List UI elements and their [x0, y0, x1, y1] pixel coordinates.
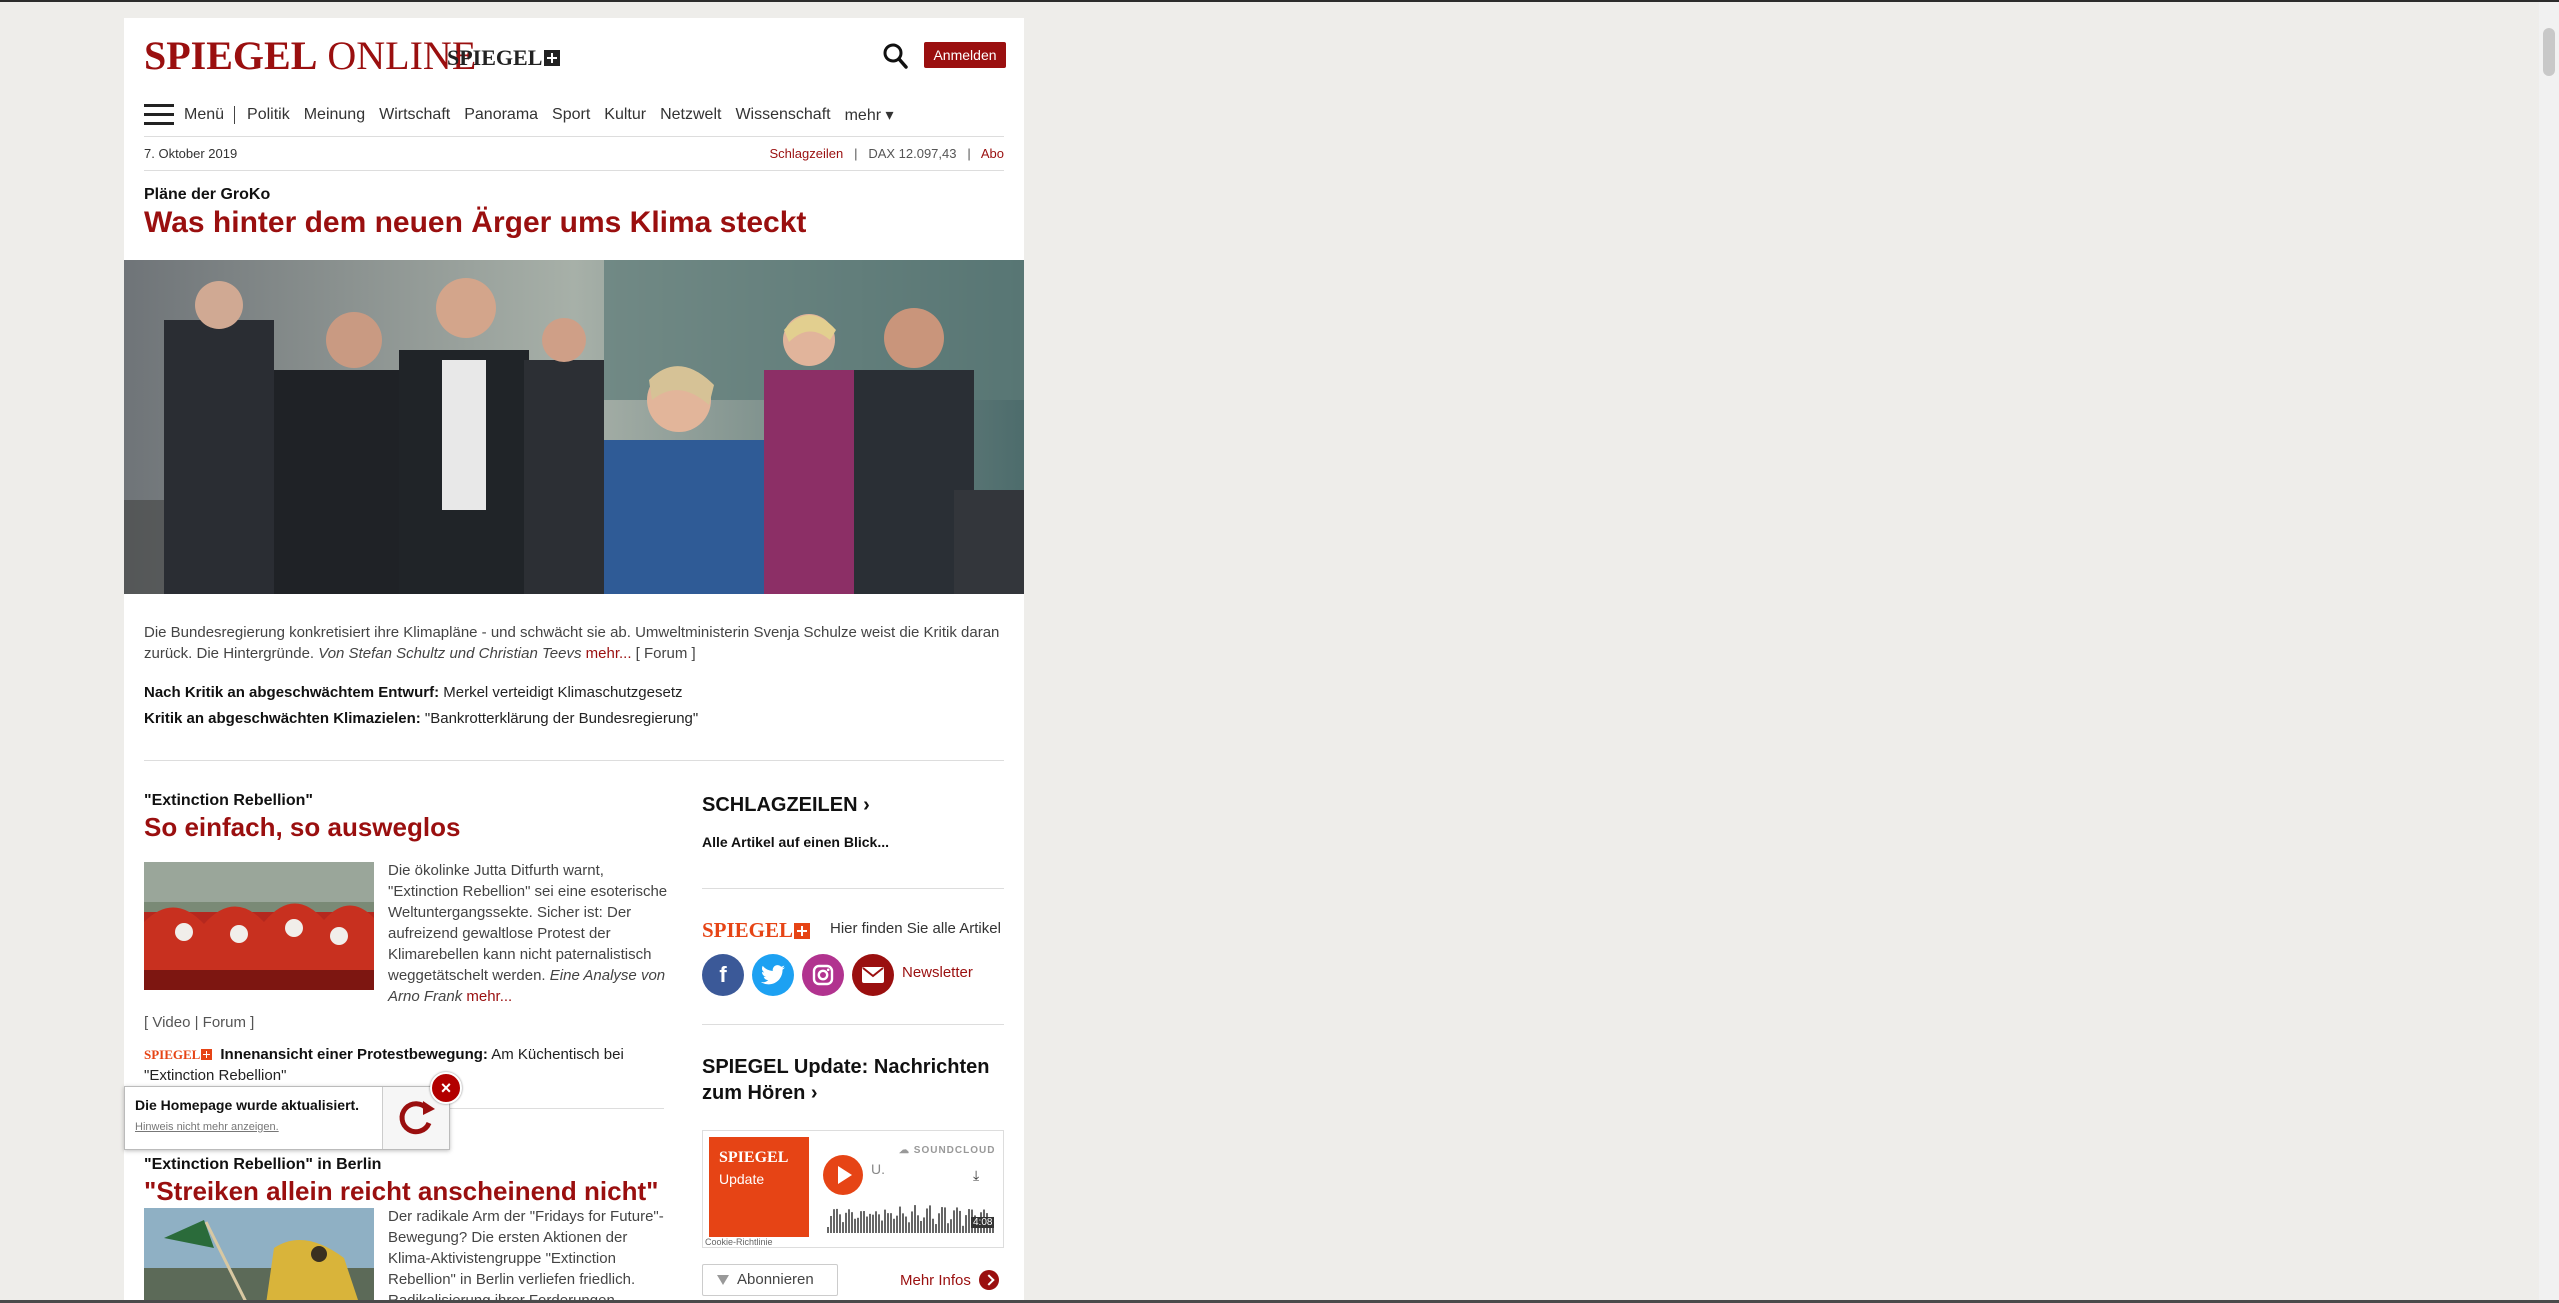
- spiegel-update-title[interactable]: SPIEGEL Update: Nachrichten zum Hören ›: [702, 1054, 1002, 1106]
- article-headline[interactable]: "Streiken allein reicht anscheinend nich…: [144, 1176, 658, 1207]
- all-articles-link[interactable]: Alle Artikel auf einen Blick...: [702, 834, 889, 850]
- ticker-bar: Schlagzeilen | DAX 12.097,43 | Abo: [769, 146, 1004, 161]
- divider: [144, 760, 1004, 761]
- nav-item-politik[interactable]: Politik: [247, 106, 290, 124]
- download-icon[interactable]: ⤓: [973, 1167, 989, 1183]
- chevron-right-icon: ›: [863, 794, 870, 816]
- nav-item-netzwelt[interactable]: Netzwelt: [660, 106, 721, 124]
- lead-photo[interactable]: [124, 260, 1024, 594]
- update-notification: Die Homepage wurde aktualisiert. Hinweis…: [124, 1086, 450, 1150]
- menu-link[interactable]: Menü: [184, 106, 236, 124]
- nav-item-kultur[interactable]: Kultur: [604, 106, 646, 124]
- social-links: f: [702, 954, 902, 996]
- notification-message: Die Homepage wurde aktualisiert.: [135, 1097, 360, 1113]
- spiegel-plus-logo[interactable]: SPIEGEL: [702, 918, 811, 943]
- search-icon[interactable]: [882, 42, 908, 70]
- soundcloud-logo[interactable]: ☁ SOUNDCLOUD: [899, 1145, 995, 1156]
- related-link[interactable]: Nach Kritik an abgeschwächtem Entwurf: M…: [144, 684, 683, 701]
- spiegel-plus-logo[interactable]: SPIEGEL: [447, 45, 561, 71]
- nav-item-wirtschaft[interactable]: Wirtschaft: [379, 106, 450, 124]
- spiegel-plus-link[interactable]: Hier finden Sie alle Artikel: [830, 920, 1001, 937]
- scrollbar-thumb[interactable]: [2543, 28, 2555, 76]
- podcast-artwork[interactable]: SPIEGEL Update: [709, 1137, 809, 1237]
- related-plus-link[interactable]: SPIEGEL Innenansicht einer Protestbewegun…: [144, 1044, 644, 1086]
- divider: [144, 136, 1004, 137]
- scrollbar[interactable]: [2539, 2, 2559, 1300]
- spiegel-online-logo[interactable]: SPIEGEL ONLINE: [144, 34, 476, 78]
- article-teaser: Der radikale Arm der "Fridays for Future…: [388, 1208, 664, 1303]
- divider: [702, 888, 1004, 889]
- newsletter-link[interactable]: Newsletter: [902, 964, 973, 981]
- plus-icon: [544, 50, 561, 66]
- lead-headline[interactable]: Was hinter dem neuen Ärger ums Klima ste…: [144, 206, 806, 240]
- dax-value[interactable]: DAX 12.097,43: [868, 146, 956, 161]
- lead-teaser: Die Bundesregierung konkretisiert ihre K…: [144, 624, 1000, 662]
- article-photo[interactable]: [144, 1208, 374, 1303]
- cookie-policy-link[interactable]: Cookie-Richtlinie: [705, 1237, 773, 1247]
- nav-item-wissenschaft[interactable]: Wissenschaft: [735, 106, 830, 124]
- nav-item-sport[interactable]: Sport: [552, 106, 590, 124]
- spiegel-plus-badge: SPIEGEL: [144, 1044, 213, 1065]
- instagram-icon[interactable]: [802, 954, 844, 996]
- subscribe-button[interactable]: Abonnieren: [702, 1264, 838, 1296]
- track-title[interactable]: U.: [871, 1161, 885, 1177]
- current-date: 7. Oktober 2019: [144, 146, 238, 161]
- lead-more-link[interactable]: mehr...: [586, 645, 632, 662]
- lead-forum-link[interactable]: [ Forum ]: [636, 645, 696, 662]
- dropdown-triangle-icon: [717, 1275, 729, 1286]
- window-top-border: [0, 0, 2559, 2]
- divider: [702, 1024, 1004, 1025]
- headlines-section-title[interactable]: SCHLAGZEILEN ›: [702, 794, 870, 817]
- mail-icon[interactable]: [852, 954, 894, 996]
- lead-kicker[interactable]: Pläne der GroKo: [144, 186, 270, 204]
- nav-item-mehr[interactable]: mehr ▾: [845, 105, 894, 125]
- play-button[interactable]: [823, 1155, 863, 1195]
- plus-icon: [201, 1049, 213, 1060]
- facebook-icon[interactable]: f: [702, 954, 744, 996]
- nav-item-panorama[interactable]: Panorama: [464, 106, 538, 124]
- plus-icon: [794, 922, 811, 939]
- twitter-icon[interactable]: [752, 954, 794, 996]
- article-photo[interactable]: [144, 862, 374, 990]
- headlines-link[interactable]: Schlagzeilen: [770, 146, 844, 161]
- article-more-link[interactable]: mehr...: [466, 988, 512, 1005]
- soundcloud-player: SPIEGEL Update U. ☁ SOUNDCLOUD ⤓ 4:08 Co…: [702, 1130, 1004, 1248]
- login-button[interactable]: Anmelden: [924, 42, 1006, 68]
- lead-author: Von Stefan Schultz und Christian Teevs: [318, 645, 582, 662]
- article-kicker[interactable]: "Extinction Rebellion" in Berlin: [144, 1156, 381, 1174]
- chevron-right-icon: ›: [810, 1082, 818, 1104]
- close-icon[interactable]: ×: [430, 1072, 462, 1104]
- related-link[interactable]: Kritik an abgeschwächten Klimazielen: "B…: [144, 710, 698, 727]
- hamburger-menu-icon[interactable]: [144, 104, 174, 126]
- article-headline[interactable]: So einfach, so ausweglos: [144, 812, 460, 843]
- track-duration: 4:08: [971, 1217, 995, 1228]
- main-nav: Menü Politik Meinung Wirtschaft Panorama…: [144, 100, 908, 130]
- divider: [144, 170, 1004, 171]
- more-info-link[interactable]: Mehr Infos: [900, 1270, 999, 1290]
- nav-item-meinung[interactable]: Meinung: [304, 106, 365, 124]
- arrow-right-circle-icon: [978, 1270, 999, 1290]
- abo-link[interactable]: Abo: [981, 146, 1004, 161]
- video-forum-links[interactable]: [ Video | Forum ]: [144, 1014, 254, 1031]
- dont-show-again-link[interactable]: Hinweis nicht mehr anzeigen.: [135, 1121, 279, 1133]
- article-teaser: Die ökolinke Jutta Ditfurth warnt, "Exti…: [388, 862, 668, 1005]
- article-kicker[interactable]: "Extinction Rebellion": [144, 792, 313, 810]
